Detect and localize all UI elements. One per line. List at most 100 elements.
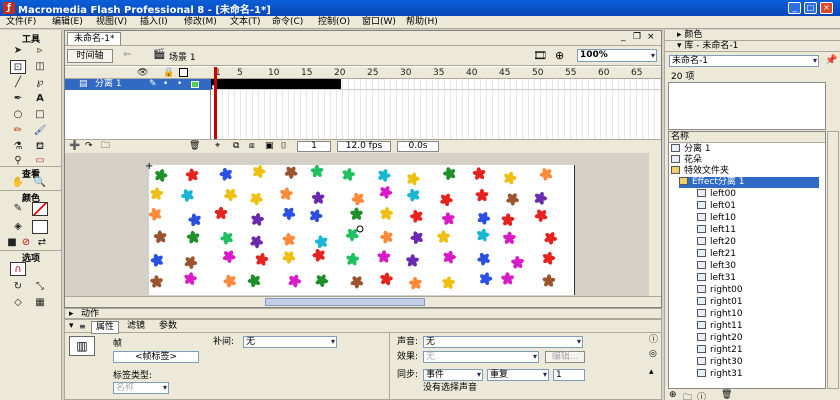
stroke-color-icon[interactable]: ✎ [10,202,26,216]
repeat-count-input[interactable]: 1 [553,369,585,381]
lock-icon[interactable]: 🔒 [163,67,174,79]
onion-skin-icon[interactable]: ⧉ [233,141,239,152]
center-frame-icon[interactable]: ⌖ [215,141,220,152]
library-item[interactable]: left30 [697,261,736,272]
document-tab[interactable]: 未命名-1* [67,32,122,45]
library-item[interactable]: left10 [697,213,736,224]
outline-icon[interactable] [179,68,188,77]
onion-markers-icon[interactable]: ⌷ [281,141,286,152]
tween-select[interactable]: 无 [243,336,337,348]
library-item[interactable]: left31 [697,273,736,284]
add-layer-icon[interactable]: ➕ [69,141,80,152]
menu-window[interactable]: 窗口(W) [362,16,396,29]
pin-icon[interactable]: 📌 [825,55,837,66]
onion-outline-icon[interactable]: ⧈ [249,141,255,152]
lock-dot-icon[interactable]: • [177,79,182,90]
library-item[interactable]: left20 [697,237,736,248]
timeline-toggle-button[interactable]: 时间轴 [67,49,113,63]
menu-control[interactable]: 控制(O) [318,16,350,29]
add-guide-icon[interactable]: ↷ [85,141,93,152]
stage-vertical-scrollbar[interactable] [649,153,661,296]
library-item[interactable]: right01 [697,297,743,308]
sync-select[interactable]: 事件 [423,369,483,381]
library-scrollbar[interactable] [827,131,839,389]
frame-grid[interactable] [211,67,661,139]
black-white-icon[interactable]: ■ [6,236,18,250]
add-folder-icon[interactable]: 🗀 [101,141,110,152]
scale-icon[interactable]: ⤡ [32,280,48,294]
hand-tool-icon[interactable]: ✋ [10,176,26,190]
collapse-up-icon[interactable]: ▴ [649,366,654,378]
close-doc-icon[interactable]: × [647,32,655,42]
library-item[interactable]: right11 [697,321,743,332]
text-tool-icon[interactable]: A [32,92,48,106]
repeat-select[interactable]: 重复 [487,369,549,381]
menu-text[interactable]: 文本(T) [230,16,261,29]
library-item[interactable]: right21 [697,345,743,356]
restore-doc-icon[interactable]: ❐ [633,32,641,42]
collapse-arrow-icon[interactable]: ▾ [69,321,74,332]
edit-scene-icon[interactable]: 🎞 [533,49,547,62]
menu-commands[interactable]: 命令(C) [272,16,303,29]
menu-view[interactable]: 视图(V) [96,16,127,29]
swap-colors-icon[interactable]: ⇄ [36,236,48,250]
library-item[interactable]: right30 [697,357,743,368]
edit-symbol-icon[interactable]: ⊕ [555,49,564,62]
paint-bucket-tool-icon[interactable]: ⛾ [32,140,48,154]
minimize-button[interactable]: _ [788,2,801,14]
library-item[interactable]: 分离 1 [671,144,711,155]
keyframe-span[interactable] [211,79,341,89]
free-transform-tool-icon[interactable]: ⊡ [10,60,26,74]
subselection-tool-icon[interactable]: ▹ [32,44,48,58]
rectangle-tool-icon[interactable]: □ [32,108,48,122]
stroke-color-swatch[interactable] [32,202,48,216]
brush-tool-icon[interactable]: 🖌 [32,124,48,138]
stage-horizontal-scrollbar[interactable] [65,296,661,307]
minimize-doc-icon[interactable]: _ [621,32,626,42]
close-button[interactable]: × [820,2,833,14]
zoom-select[interactable]: 100% [577,49,657,62]
tab-properties[interactable]: 属性 [91,321,120,334]
transform-point-icon[interactable] [356,225,364,233]
library-item[interactable]: 花朵 [671,155,702,166]
library-item[interactable]: left01 [697,201,736,212]
snap-magnet-icon[interactable]: ∩ [10,262,26,276]
visibility-dot-icon[interactable]: • [163,79,168,90]
properties-icon[interactable]: ⓘ [697,390,706,400]
frame-label-input[interactable]: <帧标签> [113,351,199,363]
lasso-tool-icon[interactable]: ℘ [32,76,48,90]
tab-parameters[interactable]: 参数 [159,321,177,332]
maximize-button[interactable]: □ [804,2,817,14]
menu-modify[interactable]: 修改(M) [184,16,217,29]
rotate-skew-icon[interactable]: ↻ [10,280,26,294]
zoom-tool-icon[interactable]: 🔍 [32,176,48,190]
oval-tool-icon[interactable]: ○ [10,108,26,122]
colors-panel-header[interactable]: ▸ 颜色 [665,30,840,41]
layer-row[interactable]: ▤ 分离 1 ✎ • • [65,79,211,90]
playhead[interactable] [214,67,217,139]
tab-filters[interactable]: 滤镜 [127,321,145,332]
actions-panel-bar[interactable]: ▸ 动作 [64,308,662,319]
hscroll-thumb[interactable] [265,298,425,306]
stage-canvas[interactable] [148,164,575,295]
library-item[interactable]: right10 [697,309,743,320]
distort-icon[interactable]: ◇ [10,296,26,310]
menu-grip-icon[interactable]: ≡ [79,321,86,332]
fill-color-swatch[interactable] [32,220,48,234]
library-folder-selected[interactable]: Effect分离 1 [679,177,819,188]
menu-help[interactable]: 帮助(H) [406,16,438,29]
new-symbol-icon[interactable]: ⊕ [669,390,677,400]
help-icon[interactable]: ⓘ [649,334,658,346]
library-panel-header[interactable]: ▾ 库 - 未命名-1 [665,41,840,52]
selection-tool-icon[interactable]: ➤ [10,44,26,58]
library-item[interactable]: right00 [697,285,743,296]
edit-effect-button[interactable]: 编辑... [545,351,585,363]
name-column-header[interactable]: 名称 [669,132,825,143]
fill-transform-tool-icon[interactable]: ◫ [32,60,48,74]
library-item[interactable]: right20 [697,333,743,344]
edit-multiple-icon[interactable]: ▣ [265,141,274,152]
library-item[interactable]: right31 [697,369,743,380]
pencil-tool-icon[interactable]: ✏ [10,124,26,138]
layer-color-icon[interactable] [191,81,199,88]
sound-select[interactable]: 无 [423,336,583,348]
